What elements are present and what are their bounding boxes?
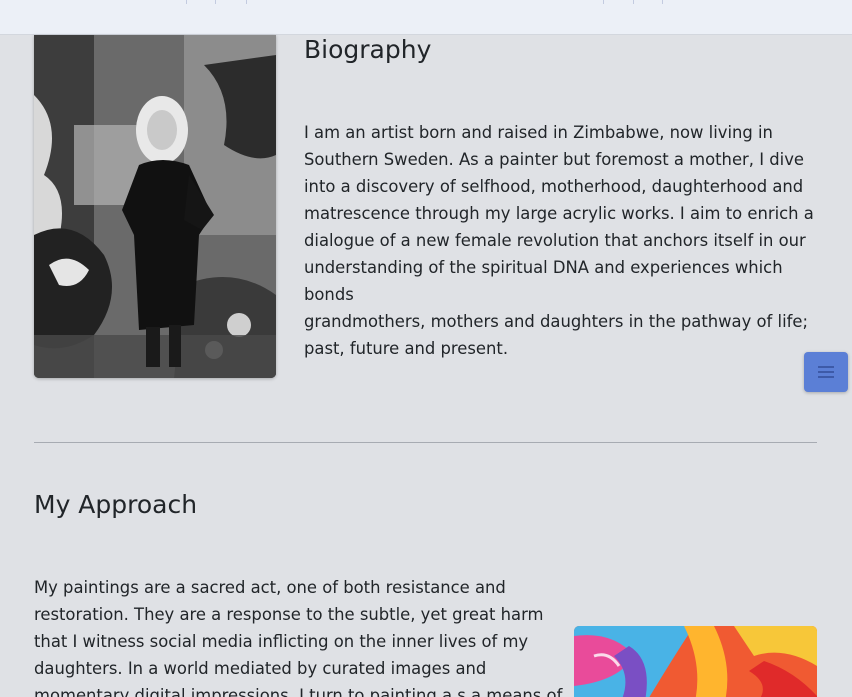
nav-edge [633,0,634,4]
artist-portrait-photo [34,35,276,378]
biography-text: I am an artist born and raised in Zimbab… [304,119,814,362]
approach-line: daughters. In a world mediated by curate… [34,659,487,678]
biography-heading: Biography [304,35,432,64]
top-navigation-bar [0,0,852,35]
section-divider [34,442,817,443]
biography-line: into a discovery of selfhood, motherhood… [304,177,804,196]
page: Biography I am an artist born and raised… [0,0,852,697]
approach-text: My paintings are a sacred act, one of bo… [34,574,563,697]
biography-line: matrescence through my large acrylic wor… [304,204,814,223]
nav-edge [246,0,247,4]
nav-edge [662,0,663,4]
biography-line: dialogue of a new female revolution that… [304,231,806,250]
nav-edge [215,0,216,4]
nav-edge [603,0,604,4]
approach-line: restoration. They are a response to the … [34,605,544,624]
biography-line: bonds [304,285,354,304]
abstract-painting-image [574,626,817,697]
approach-line: that I witness social media inflicting o… [34,632,529,651]
biography-line: past, future and present. [304,339,509,358]
nav-edge [186,0,187,4]
biography-line: I am an artist born and raised in Zimbab… [304,123,773,142]
menu-toggle-button[interactable] [804,352,848,392]
approach-line: My paintings are a sacred act, one of bo… [34,578,506,597]
biography-line: Southern Sweden. As a painter but foremo… [304,150,804,169]
biography-line: understanding of the spiritual DNA and e… [304,258,783,277]
approach-line: momentary digital impressions, I turn to… [34,686,563,697]
hamburger-menu-icon [818,363,834,381]
approach-heading: My Approach [34,490,198,519]
biography-line: grandmothers, mothers and daughters in t… [304,312,809,331]
